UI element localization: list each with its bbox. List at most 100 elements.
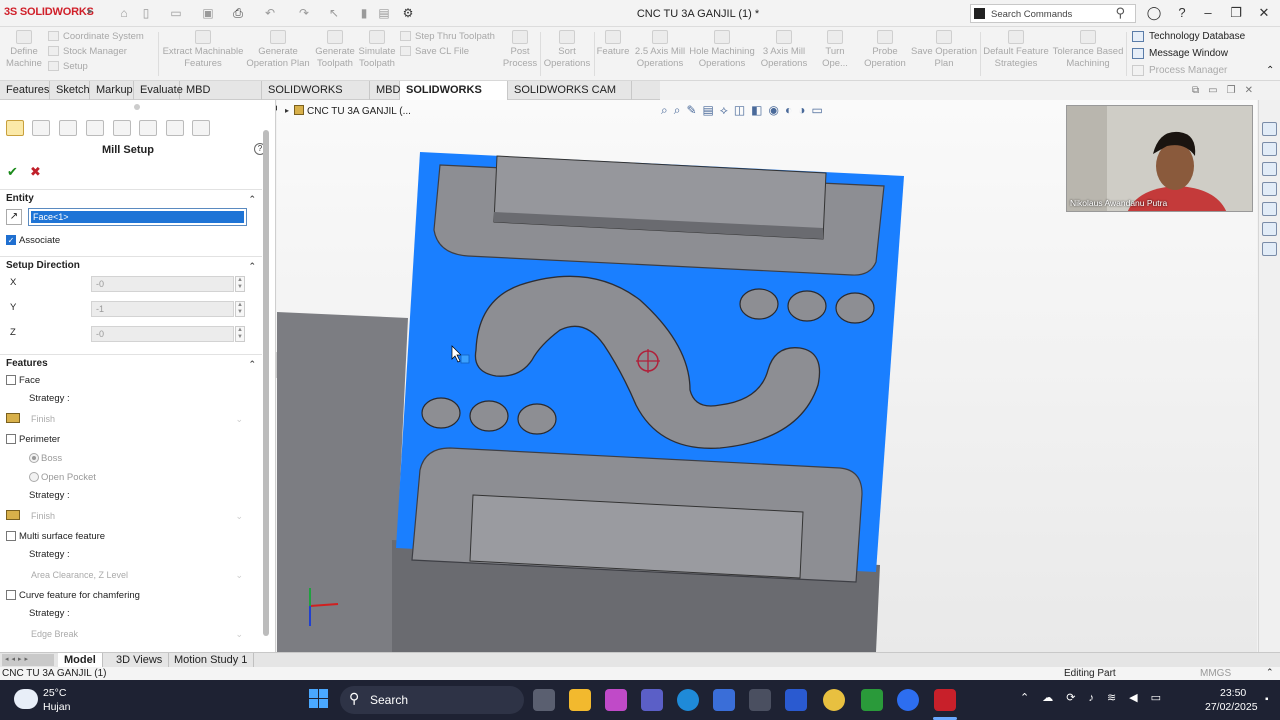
solidworks-resources-icon[interactable] (1262, 122, 1277, 136)
display-tab[interactable] (113, 120, 131, 136)
collapse-ribbon-icon[interactable]: ⌃ (1266, 65, 1274, 76)
tab-markup[interactable]: Markup (90, 81, 134, 100)
property-tab[interactable] (59, 120, 77, 136)
feature-button[interactable]: Feature (596, 30, 630, 76)
post-process-button[interactable]: Post Process (502, 30, 538, 76)
panel-scrollbar[interactable] (263, 130, 269, 636)
face-checkbox[interactable] (6, 375, 16, 385)
zoom-fit-icon[interactable]: ⌕ (661, 103, 674, 117)
curve-strategy-dropdown[interactable]: Edge Break ⌄ (28, 627, 247, 642)
setup-direction-header[interactable]: Setup Direction ⌃ (0, 256, 262, 274)
section-view-icon[interactable]: ▤ (703, 103, 720, 117)
autodesk-icon[interactable] (785, 689, 807, 711)
weather-condition[interactable]: Hujan (43, 701, 70, 713)
multi-surface-checkbox[interactable] (6, 531, 16, 541)
tab-solidworks-add-ins[interactable]: SOLIDWORKS Add-Ins (262, 81, 370, 114)
face-strategy-dropdown[interactable]: Finish ⌄ (28, 412, 247, 427)
tab-scroll-arrows[interactable]: ◂◂▸▸ (2, 654, 54, 666)
cam-operation-tab[interactable] (139, 120, 157, 136)
previous-view-icon[interactable]: ✎ (686, 103, 702, 117)
panel-grip-icon[interactable] (134, 104, 140, 110)
hide-show-icon[interactable]: ◉ (769, 103, 785, 117)
design-library-icon[interactable] (1262, 162, 1277, 176)
dynamic-annotation-icon[interactable]: ⟡ (720, 103, 734, 117)
extract-features-button[interactable]: Extract Machinable Features (160, 30, 246, 76)
technology-database-button[interactable]: Technology Database (1132, 28, 1245, 45)
zoom-icon[interactable] (897, 689, 919, 711)
simulate-toolpath-button[interactable]: Simulate Toolpath (358, 30, 396, 76)
display-style-icon[interactable]: ◧ (751, 103, 768, 117)
design-library-home-icon[interactable] (1262, 142, 1277, 156)
microphone-icon[interactable]: ♪ (1088, 692, 1107, 704)
copilot-icon[interactable] (605, 689, 627, 711)
viewport-restore-icon[interactable]: ❐ (1227, 85, 1245, 96)
z-field[interactable]: -0 (91, 326, 234, 342)
view-palette-icon[interactable] (1262, 202, 1277, 216)
mill-25-button[interactable]: 2.5 Axis Mill Operations (632, 30, 688, 76)
bottom-tab-3d-views[interactable]: 3D Views (110, 653, 170, 668)
apply-scene-icon[interactable]: ◑ (798, 103, 811, 117)
solidworks-taskbar-icon[interactable] (934, 689, 956, 711)
tab-solidworks-cam-tbm[interactable]: SOLIDWORKS CAM TBM (508, 81, 632, 114)
entity-field[interactable]: Face<1> (28, 208, 247, 226)
mill-3-button[interactable]: 3 Axis Mill Operations (758, 30, 810, 76)
view-orientation-icon[interactable]: ◫ (734, 103, 751, 117)
xbox-icon[interactable] (861, 689, 883, 711)
tab-solidworks-cam[interactable]: SOLIDWORKS CAM (400, 81, 508, 114)
tab-mbd-dimensions[interactable]: MBD Dimensions (180, 81, 262, 114)
volume-icon[interactable]: ◀ (1129, 692, 1150, 704)
teams-icon[interactable] (641, 689, 663, 711)
cancel-button[interactable]: ✖ (30, 164, 41, 180)
status-units[interactable]: MMGS (1200, 668, 1231, 679)
generate-toolpath-button[interactable]: Generate Toolpath (312, 30, 358, 76)
tile-icon[interactable]: ⧉ (1192, 85, 1208, 96)
curve-chamfer-checkbox[interactable] (6, 590, 16, 600)
battery-icon[interactable]: ▭ (1151, 692, 1174, 704)
associate-checkbox[interactable]: ✓ (6, 235, 16, 245)
viewport-minimize-icon[interactable]: ▭ (1208, 85, 1226, 96)
sync-icon[interactable]: ⟳ (1066, 692, 1088, 704)
system-tray[interactable]: ⌃☁⟳♪≋◀▭ (1020, 691, 1174, 704)
entity-select-icon[interactable]: ↗ (6, 209, 22, 225)
zoom-area-icon[interactable]: ⌕ (674, 103, 687, 117)
config-tab[interactable] (86, 120, 104, 136)
app-icon[interactable] (749, 689, 771, 711)
multi-surface-strategy-dropdown[interactable]: Area Clearance, Z Level ⌄ (28, 568, 247, 583)
x-field[interactable]: -0 (91, 276, 234, 292)
sort-operations-button[interactable]: Sort Operations (542, 30, 592, 76)
cam-ncmanager-tab[interactable] (192, 120, 210, 136)
default-strategies-button[interactable]: Default Feature Strategies (982, 30, 1050, 76)
bottom-tab-model[interactable]: Model (58, 653, 103, 668)
tolerance-machining-button[interactable]: Tolerance Based Machining (1052, 30, 1124, 76)
file-explorer-icon[interactable] (1262, 182, 1277, 196)
weather-temp[interactable]: 25°C (43, 687, 66, 699)
define-machine-button[interactable]: Define Machine (4, 30, 44, 76)
cam-feature-tree-tab[interactable] (6, 120, 24, 136)
tab-evaluate[interactable]: Evaluate (134, 81, 183, 100)
feature-manager-tab[interactable] (32, 120, 50, 136)
y-field[interactable]: -1 (91, 301, 234, 317)
edge-icon[interactable] (677, 689, 699, 711)
appearances-icon[interactable] (1262, 222, 1277, 236)
help-icon[interactable]: ? (1172, 5, 1192, 21)
clock-date[interactable]: 27/02/2025 (1205, 701, 1258, 713)
user-icon[interactable]: ◯ (1144, 5, 1164, 21)
boss-radio[interactable] (29, 453, 39, 463)
restore-button[interactable]: ❐ (1226, 5, 1246, 21)
tab-features[interactable]: Features (0, 81, 50, 100)
store-icon[interactable] (713, 689, 735, 711)
onedrive-icon[interactable]: ☁ (1042, 692, 1066, 704)
clock-time[interactable]: 23:50 (1220, 687, 1246, 699)
viewport-window-controls[interactable]: ⧉▭❐✕ (1192, 85, 1262, 96)
hole-machining-button[interactable]: Hole Machining Operations (688, 30, 756, 76)
custom-properties-icon[interactable] (1262, 242, 1277, 256)
weather-icon[interactable] (14, 689, 38, 709)
save-operation-plan-button[interactable]: Save Operation Plan (910, 30, 978, 76)
search-icon[interactable]: ⚲ (1115, 5, 1125, 21)
x-spinner[interactable]: ▲ ▼ (235, 276, 245, 292)
task-view-icon[interactable] (533, 689, 555, 711)
notifications-icon[interactable]: ▪ (1265, 694, 1269, 705)
perimeter-checkbox[interactable] (6, 434, 16, 444)
ok-button[interactable]: ✔ (7, 164, 18, 180)
show-hidden-icon[interactable]: ⌃ (1020, 692, 1042, 704)
